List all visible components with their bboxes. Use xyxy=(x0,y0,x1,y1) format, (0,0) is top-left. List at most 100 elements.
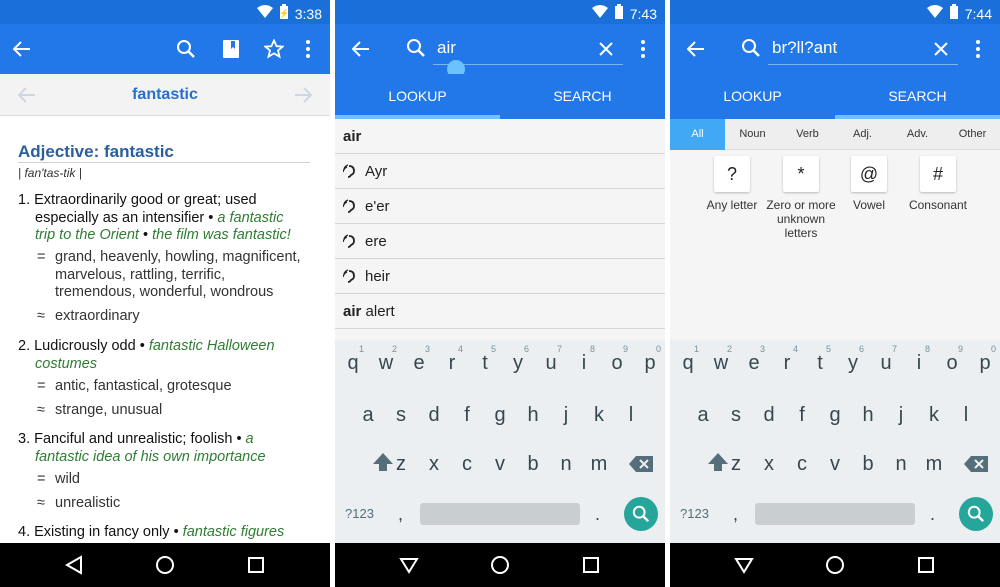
key-p[interactable]: p xyxy=(969,352,1000,375)
synonym-link[interactable]: antic, fantastical, grotesque xyxy=(55,378,232,394)
nav-home-icon[interactable] xyxy=(153,553,177,577)
key-j[interactable]: j xyxy=(550,404,582,427)
key-c[interactable]: c xyxy=(786,453,818,476)
keyboard-search-button[interactable] xyxy=(959,497,993,531)
key-u[interactable]: u xyxy=(535,352,567,375)
filter-verb[interactable]: Verb xyxy=(780,119,835,150)
key-p[interactable]: p xyxy=(634,352,665,375)
period-key[interactable]: . xyxy=(930,504,935,525)
key-a[interactable]: a xyxy=(687,404,719,427)
key-s[interactable]: s xyxy=(385,404,417,427)
nav-back-icon[interactable] xyxy=(397,553,421,577)
keyboard-search-button[interactable] xyxy=(624,497,658,531)
filter-all[interactable]: All xyxy=(670,119,725,150)
list-item[interactable]: e'er xyxy=(335,189,665,224)
key-s[interactable]: s xyxy=(720,404,752,427)
next-word-arrow-icon[interactable] xyxy=(292,84,314,106)
comma-key[interactable]: , xyxy=(733,504,738,525)
list-item[interactable]: ere xyxy=(335,224,665,259)
key-k[interactable]: k xyxy=(918,404,950,427)
nav-back-icon[interactable] xyxy=(732,553,756,577)
period-key[interactable]: . xyxy=(595,504,600,525)
key-f[interactable]: f xyxy=(451,404,483,427)
key-y[interactable]: y xyxy=(502,352,534,375)
clear-icon[interactable] xyxy=(930,38,952,60)
filter-other[interactable]: Other xyxy=(945,119,1000,150)
key-b[interactable]: b xyxy=(852,453,884,476)
key-i[interactable]: i xyxy=(903,352,935,375)
filter-noun[interactable]: Noun xyxy=(725,119,780,150)
key-f[interactable]: f xyxy=(786,404,818,427)
search-icon[interactable] xyxy=(174,37,198,61)
search-input[interactable]: air xyxy=(437,38,456,58)
tab-search[interactable]: SEARCH xyxy=(835,74,1000,119)
key-u[interactable]: u xyxy=(870,352,902,375)
key-i[interactable]: i xyxy=(568,352,600,375)
key-y[interactable]: y xyxy=(837,352,869,375)
key-a[interactable]: a xyxy=(352,404,384,427)
list-item[interactable]: heir xyxy=(335,259,665,294)
clear-icon[interactable] xyxy=(595,38,617,60)
nav-home-icon[interactable] xyxy=(488,553,512,577)
more-vert-icon[interactable] xyxy=(968,37,988,61)
related-link[interactable]: unrealistic xyxy=(55,495,120,511)
nav-recents-icon[interactable] xyxy=(914,553,938,577)
key-w[interactable]: w xyxy=(370,352,402,375)
back-arrow-icon[interactable] xyxy=(349,37,373,61)
list-item[interactable]: air xyxy=(335,119,665,154)
synonym-link[interactable]: grand, heavenly, howling, magnificent, xyxy=(55,249,301,265)
nav-home-icon[interactable] xyxy=(823,553,847,577)
filter-adj[interactable]: Adj. xyxy=(835,119,890,150)
key-r[interactable]: r xyxy=(436,352,468,375)
key-o[interactable]: o xyxy=(936,352,968,375)
bookmark-icon[interactable] xyxy=(219,37,243,61)
key-b[interactable]: b xyxy=(517,453,549,476)
wildcard-any-letter-button[interactable]: ? xyxy=(714,156,750,192)
key-c[interactable]: c xyxy=(451,453,483,476)
synonym-link[interactable]: marvelous, rattling, terrific, xyxy=(37,267,301,285)
key-h[interactable]: h xyxy=(852,404,884,427)
nav-back-icon[interactable] xyxy=(62,553,86,577)
key-n[interactable]: n xyxy=(550,453,582,476)
key-e[interactable]: e xyxy=(738,352,770,375)
shift-key[interactable] xyxy=(702,451,734,481)
synonym-link[interactable]: tremendous, wonderful, wondrous xyxy=(37,284,301,302)
key-q[interactable]: q xyxy=(672,352,704,375)
related-link[interactable]: extraordinary xyxy=(55,308,140,324)
key-k[interactable]: k xyxy=(583,404,615,427)
key-h[interactable]: h xyxy=(517,404,549,427)
list-item[interactable]: air alert xyxy=(335,294,665,329)
tab-lookup[interactable]: LOOKUP xyxy=(670,74,835,119)
search-input[interactable]: br?ll?ant xyxy=(772,38,837,58)
key-x[interactable]: x xyxy=(753,453,785,476)
backspace-key[interactable] xyxy=(625,455,657,479)
key-j[interactable]: j xyxy=(885,404,917,427)
key-q[interactable]: q xyxy=(337,352,369,375)
key-t[interactable]: t xyxy=(469,352,501,375)
list-item[interactable]: Ayr xyxy=(335,154,665,189)
back-arrow-icon[interactable] xyxy=(684,37,708,61)
key-l[interactable]: l xyxy=(950,404,982,427)
key-t[interactable]: t xyxy=(804,352,836,375)
key-v[interactable]: v xyxy=(819,453,851,476)
tab-search[interactable]: SEARCH xyxy=(500,74,665,119)
key-m[interactable]: m xyxy=(583,453,615,476)
star-icon[interactable] xyxy=(262,37,286,61)
comma-key[interactable]: , xyxy=(398,504,403,525)
key-r[interactable]: r xyxy=(771,352,803,375)
key-d[interactable]: d xyxy=(418,404,450,427)
back-arrow-icon[interactable] xyxy=(10,37,34,61)
nav-recents-icon[interactable] xyxy=(244,553,268,577)
symbols-key[interactable]: ?123 xyxy=(680,506,709,521)
symbols-key[interactable]: ?123 xyxy=(345,506,374,521)
more-vert-icon[interactable] xyxy=(633,37,653,61)
more-vert-icon[interactable] xyxy=(298,37,318,61)
key-w[interactable]: w xyxy=(705,352,737,375)
shift-key[interactable] xyxy=(367,451,399,481)
key-g[interactable]: g xyxy=(484,404,516,427)
wildcard-consonant-button[interactable]: # xyxy=(920,156,956,192)
key-x[interactable]: x xyxy=(418,453,450,476)
synonym-link[interactable]: wild xyxy=(55,471,80,487)
key-v[interactable]: v xyxy=(484,453,516,476)
key-l[interactable]: l xyxy=(615,404,647,427)
